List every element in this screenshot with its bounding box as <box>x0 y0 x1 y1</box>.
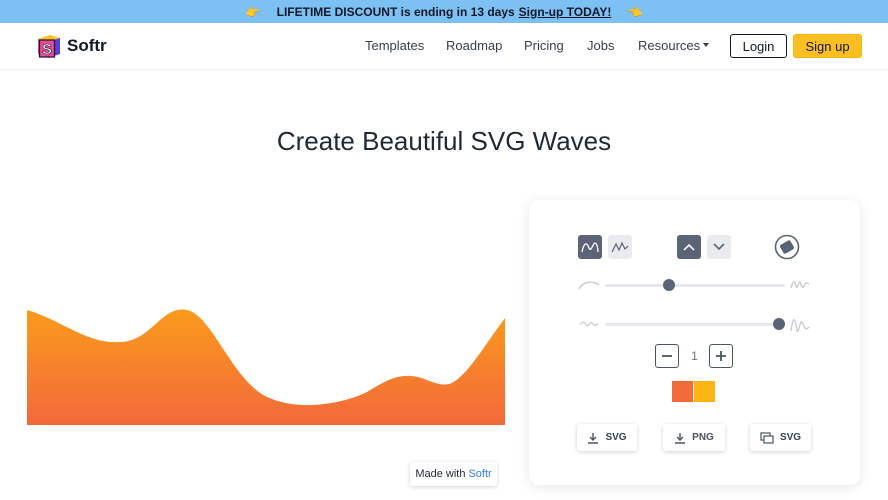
high-amplitude-icon <box>790 319 810 332</box>
download-icon <box>588 432 599 444</box>
smooth-wave-icon[interactable] <box>578 235 602 259</box>
decrease-layers-button[interactable] <box>655 344 679 368</box>
promo-banner: 👉 LIFETIME DISCOUNT is ending in 13 days… <box>0 0 888 23</box>
caret-down-icon <box>703 42 710 47</box>
dice-icon[interactable] <box>774 234 800 260</box>
download-png-button[interactable]: PNG <box>663 424 725 451</box>
copy-icon <box>760 431 774 444</box>
amplitude-slider-handle[interactable] <box>773 318 785 330</box>
chevron-up-icon[interactable] <box>677 235 701 259</box>
pointing-hand-icon: 👉 <box>245 4 261 19</box>
download-svg-button[interactable]: SVG <box>577 424 637 451</box>
high-complexity-icon <box>790 281 810 289</box>
complexity-slider[interactable] <box>605 284 785 287</box>
top-nav: S Softr Templates Roadmap Pricing Jobs R… <box>0 23 888 70</box>
nav-link-roadmap[interactable]: Roadmap <box>446 38 502 53</box>
nav-link-resources-label: Resources <box>638 38 701 53</box>
download-svg-label: SVG <box>605 432 627 443</box>
pointing-hand-icon: 👈 <box>627 4 643 19</box>
chevron-down-icon[interactable] <box>707 235 731 259</box>
minus-icon <box>662 355 672 357</box>
download-icon <box>675 432 686 444</box>
nav-link-resources[interactable]: Resources <box>638 38 710 53</box>
nav-link-pricing[interactable]: Pricing <box>524 38 564 53</box>
low-amplitude-icon <box>579 321 599 327</box>
wave-preview <box>27 309 505 425</box>
color-swatch-start[interactable] <box>672 381 693 402</box>
increase-layers-button[interactable] <box>709 344 733 368</box>
copy-svg-button[interactable]: SVG <box>750 424 811 451</box>
banner-signup-link[interactable]: Sign-up TODAY! <box>519 5 612 19</box>
made-with-badge: Made with Softr <box>410 462 497 486</box>
nav-link-templates[interactable]: Templates <box>365 38 424 53</box>
layers-input[interactable] <box>680 345 709 367</box>
complexity-slider-handle[interactable] <box>663 279 675 291</box>
color-swatch-end[interactable] <box>694 381 715 402</box>
page-title: Create Beautiful SVG Waves <box>276 126 612 156</box>
logo-icon: S <box>38 35 60 58</box>
svg-text:S: S <box>42 41 52 58</box>
banner-text: LIFETIME DISCOUNT is ending in 13 days <box>276 4 515 19</box>
low-complexity-icon <box>578 281 600 290</box>
nav-link-jobs[interactable]: Jobs <box>587 38 614 53</box>
made-with-softr-link[interactable]: Softr <box>468 468 491 480</box>
plus-icon <box>716 351 726 361</box>
softr-logo[interactable]: S Softr <box>35 32 107 60</box>
signup-button[interactable]: Sign up <box>793 34 862 58</box>
peak-wave-icon[interactable] <box>608 235 632 259</box>
made-with-prefix: Made with <box>415 468 466 480</box>
login-button[interactable]: Login <box>730 34 787 58</box>
amplitude-slider[interactable] <box>605 323 782 326</box>
brand-name: Softr <box>67 36 107 55</box>
copy-svg-label: SVG <box>779 432 802 443</box>
download-png-label: PNG <box>692 432 714 443</box>
